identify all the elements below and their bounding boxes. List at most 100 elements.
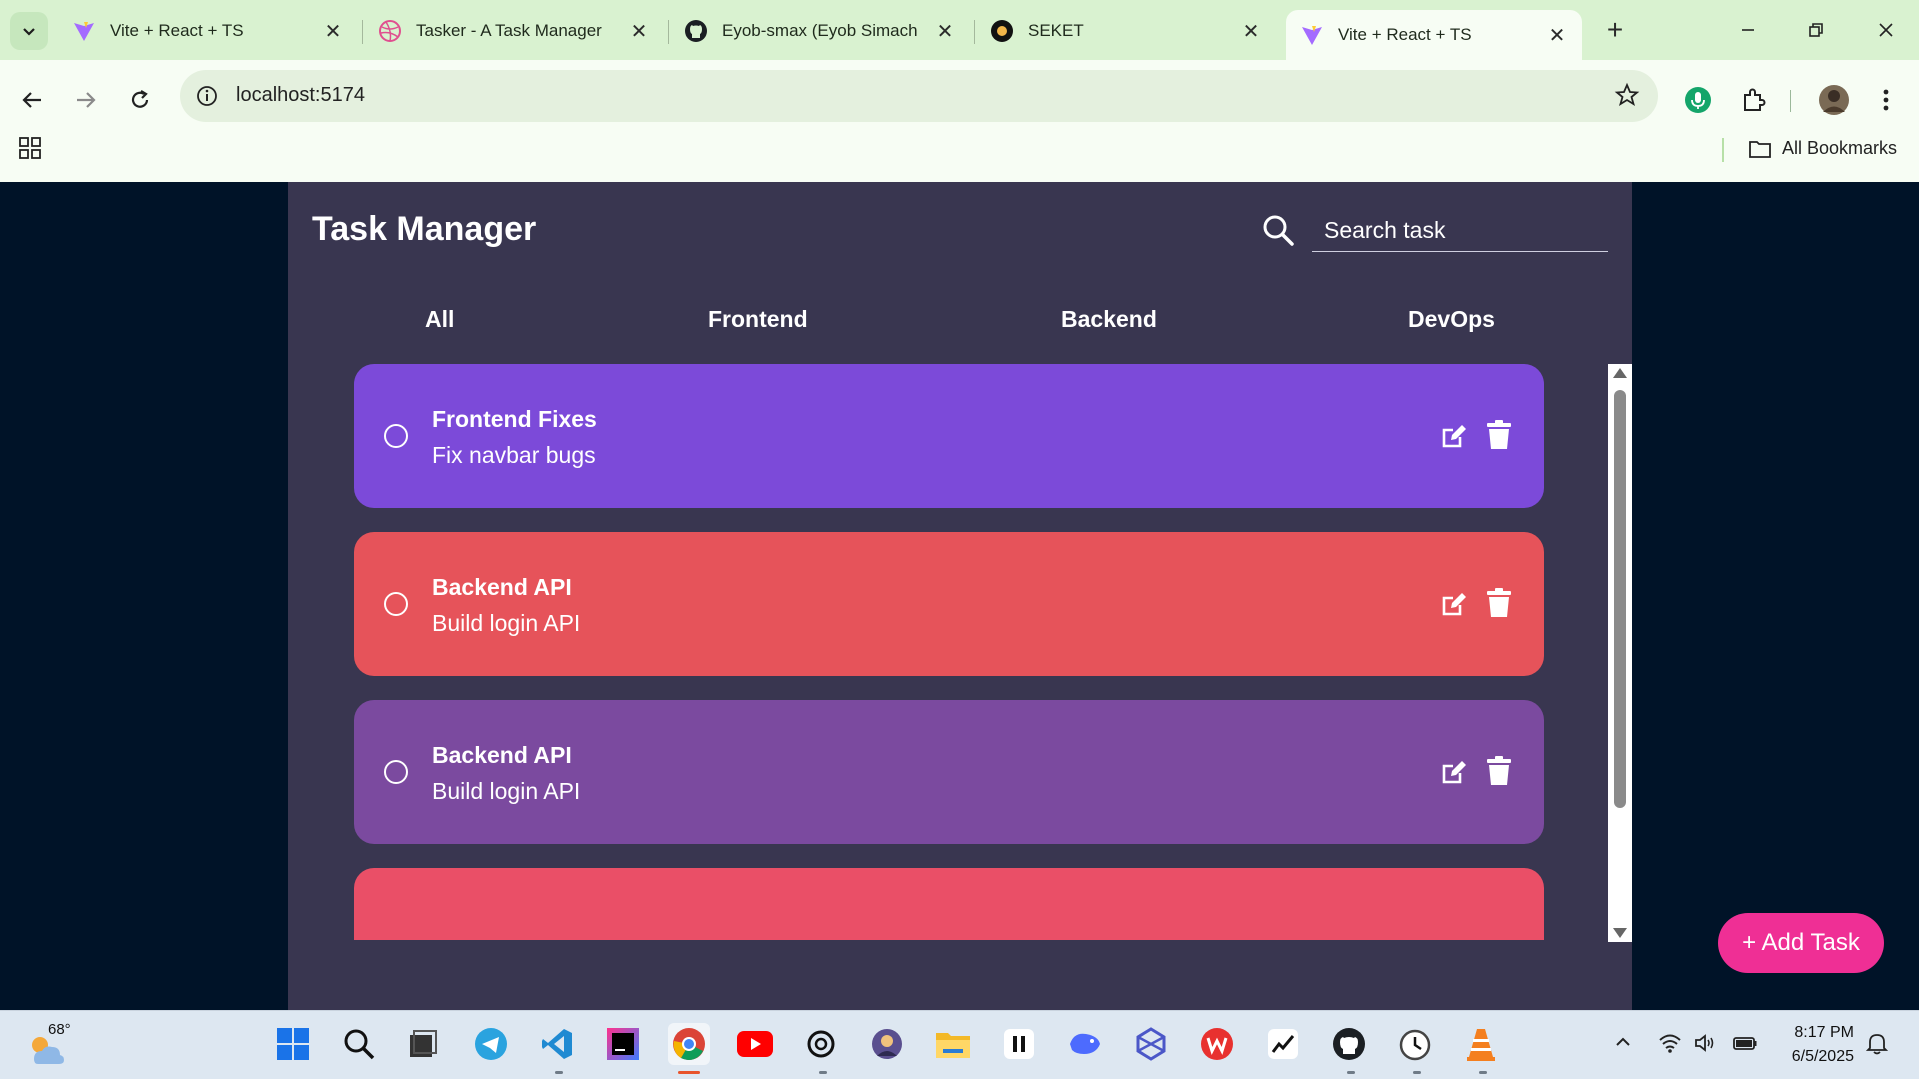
page-background: Task Manager All Frontend Backend DevOps…	[0, 182, 1919, 1010]
chrome-icon[interactable]	[668, 1023, 710, 1065]
perplexity-icon[interactable]	[1130, 1023, 1172, 1065]
jetbrains-icon[interactable]	[602, 1023, 644, 1065]
stocks-app-icon[interactable]	[1262, 1023, 1304, 1065]
search-input[interactable]	[1312, 210, 1608, 252]
reload-icon	[131, 90, 149, 108]
restore-icon	[1809, 23, 1823, 37]
browser-tab[interactable]: Eyob-smax (Eyob Simach ✕	[670, 10, 970, 52]
close-window-button[interactable]	[1866, 12, 1906, 48]
clock-app-icon[interactable]	[1394, 1023, 1436, 1065]
restore-button[interactable]	[1796, 12, 1836, 48]
running-indicator	[1347, 1071, 1355, 1074]
category-tab-all[interactable]: All	[425, 306, 454, 333]
chevron-down-icon	[23, 28, 35, 36]
chatgpt-icon[interactable]	[800, 1023, 842, 1065]
wps-office-icon[interactable]	[1196, 1023, 1238, 1065]
close-icon[interactable]: ✕	[322, 19, 344, 44]
task-complete-checkbox[interactable]	[384, 592, 408, 616]
github-icon	[684, 19, 708, 43]
category-tab-backend[interactable]: Backend	[1061, 306, 1157, 333]
seket-icon	[990, 19, 1014, 43]
task-complete-checkbox[interactable]	[384, 424, 408, 448]
tab-divider	[974, 20, 975, 44]
browser-tab-bar: Vite + React + TS ✕ Tasker - A Task Mana…	[0, 0, 1919, 60]
vscode-icon[interactable]	[536, 1023, 578, 1065]
reload-button[interactable]	[120, 80, 160, 120]
youtube-icon[interactable]	[734, 1023, 776, 1065]
minimize-button[interactable]	[1728, 12, 1768, 48]
windows-start-icon[interactable]	[272, 1023, 314, 1065]
scroll-down-arrow-icon[interactable]	[1613, 928, 1627, 938]
all-bookmarks-button[interactable]: All Bookmarks	[1748, 138, 1897, 159]
weather-temp: 68°	[48, 1021, 71, 1038]
browser-menu-button[interactable]	[1864, 78, 1908, 122]
trash-icon[interactable]	[1486, 588, 1512, 623]
task-complete-checkbox[interactable]	[384, 760, 408, 784]
scrollbar-thumb[interactable]	[1614, 390, 1626, 808]
task-title: Backend API	[432, 742, 572, 768]
close-icon[interactable]: ✕	[628, 19, 650, 44]
browser-tab[interactable]: SEKET ✕	[976, 10, 1276, 52]
task-view-icon[interactable]	[402, 1023, 444, 1065]
vlc-icon[interactable]	[1460, 1023, 1502, 1065]
github-desktop-icon[interactable]	[1328, 1023, 1370, 1065]
tab-search-button[interactable]	[10, 12, 48, 50]
tab-title: Tasker - A Task Manager	[416, 21, 602, 40]
close-icon[interactable]: ✕	[1240, 19, 1262, 44]
system-clock[interactable]: 8:17 PM 6/5/2025	[1774, 1021, 1854, 1069]
weather-widget[interactable]: 68°	[26, 1021, 76, 1069]
show-hidden-icons-chevron-icon[interactable]	[1614, 1033, 1632, 1056]
tab-divider	[668, 20, 669, 44]
search-bar	[1260, 210, 1620, 254]
deepseek-icon[interactable]	[1064, 1023, 1106, 1065]
pause-app-icon[interactable]	[998, 1023, 1040, 1065]
telegram-icon[interactable]	[470, 1023, 512, 1065]
taskbar-search-icon[interactable]	[338, 1023, 380, 1065]
close-icon	[1879, 23, 1893, 37]
wifi-icon[interactable]	[1658, 1033, 1682, 1058]
browser-tab[interactable]: Vite + React + TS ✕	[58, 10, 358, 52]
tab-title: Vite + React + TS	[110, 21, 244, 40]
bookmark-star-icon[interactable]	[1614, 82, 1640, 113]
task-list-scrollbar[interactable]	[1608, 364, 1632, 942]
search-icon[interactable]	[1260, 212, 1296, 253]
close-icon[interactable]: ✕	[1546, 23, 1568, 48]
minimize-icon	[1742, 29, 1754, 31]
profile-avatar[interactable]	[1812, 78, 1856, 122]
trash-icon[interactable]	[1486, 420, 1512, 455]
new-tab-button[interactable]: +	[1600, 14, 1630, 46]
forward-button[interactable]	[66, 80, 106, 120]
notifications-bell-icon[interactable]	[1865, 1031, 1889, 1060]
running-indicator	[819, 1071, 827, 1074]
edit-icon[interactable]	[1440, 590, 1468, 623]
file-explorer-icon[interactable]	[932, 1023, 974, 1065]
apps-grid-icon[interactable]	[18, 136, 42, 165]
edit-icon[interactable]	[1440, 758, 1468, 791]
task-description: Build login API	[432, 778, 581, 804]
trash-icon[interactable]	[1486, 756, 1512, 791]
edit-icon[interactable]	[1440, 422, 1468, 455]
running-indicator	[1413, 1071, 1421, 1074]
address-bar[interactable]: localhost:5174	[180, 70, 1658, 122]
running-indicator	[555, 1071, 563, 1074]
task-card: Frontend Fixes Fix navbar bugs	[354, 364, 1544, 508]
browser-tab[interactable]: Tasker - A Task Manager ✕	[364, 10, 664, 52]
tab-divider	[362, 20, 363, 44]
extension-voice-button[interactable]	[1676, 78, 1720, 122]
scroll-up-arrow-icon[interactable]	[1613, 368, 1627, 378]
category-tab-devops[interactable]: DevOps	[1408, 306, 1495, 333]
battery-icon[interactable]	[1732, 1033, 1758, 1058]
add-task-button[interactable]: + Add Task	[1718, 913, 1884, 973]
forward-arrow-icon	[77, 92, 96, 108]
avatar-icon	[1819, 85, 1849, 115]
category-tab-frontend[interactable]: Frontend	[708, 306, 808, 333]
extensions-button[interactable]	[1732, 78, 1776, 122]
site-info-icon[interactable]	[194, 83, 220, 109]
back-button[interactable]	[12, 80, 52, 120]
volume-icon[interactable]	[1694, 1033, 1718, 1058]
browser-tab-active[interactable]: Vite + React + TS ✕	[1286, 10, 1582, 60]
close-icon[interactable]: ✕	[934, 19, 956, 44]
task-card: Backend API Build login API	[354, 700, 1544, 844]
avatar-app-icon[interactable]	[866, 1023, 908, 1065]
more-vertical-icon	[1883, 89, 1889, 111]
